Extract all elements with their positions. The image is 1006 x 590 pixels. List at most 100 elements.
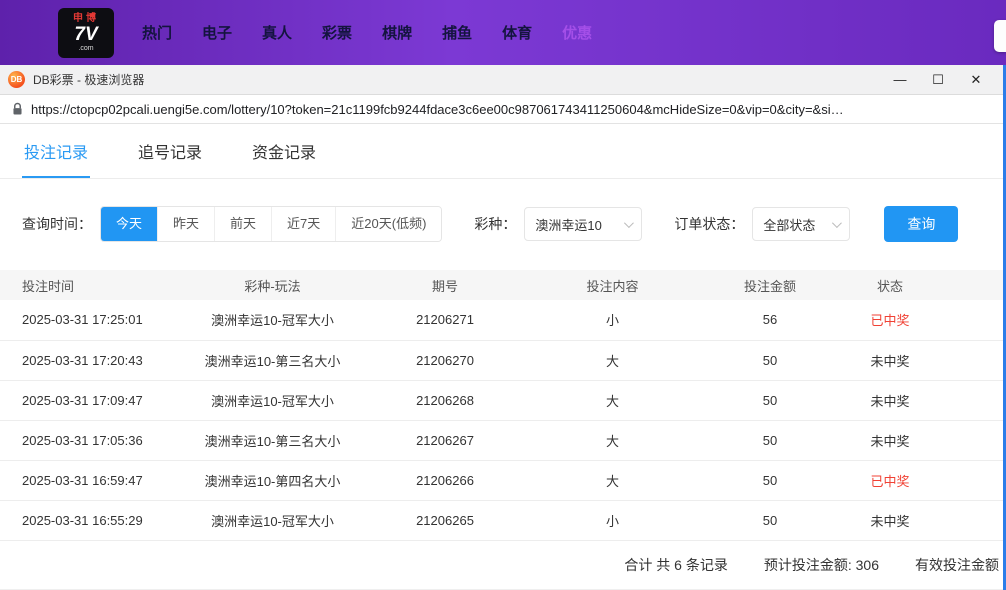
cell-game-play: 澳洲幸运10-冠军大小: [165, 500, 380, 541]
logo-line1: 申博: [73, 12, 99, 24]
cell-issue: 21206266: [380, 460, 510, 501]
header-filler: [955, 270, 1003, 300]
cell-bet-time: 2025-03-31 17:09:47: [0, 380, 165, 421]
site-topbar: 申博 7V .com 热门 电子 真人 彩票 棋牌 捕鱼 体育 优惠: [0, 0, 1006, 65]
cell-filler: [955, 300, 1003, 341]
cell-filler: [955, 460, 1003, 501]
time-filter-group: 今天 昨天 前天 近7天 近20天(低频): [100, 206, 443, 242]
status-filter-label: 订单状态：: [674, 216, 745, 232]
cell-amount: 50: [715, 500, 825, 541]
table-row: 2025-03-31 17:09:47 澳洲幸运10-冠军大小 21206268…: [0, 380, 1003, 421]
cell-game-play: 澳洲幸运10-冠军大小: [165, 380, 380, 421]
summary-bar: 合计 共 6 条记录 预计投注金额: 306 有效投注金额: [0, 541, 1003, 590]
nav-item-live[interactable]: 真人: [262, 22, 292, 43]
close-icon[interactable]: ✕: [957, 66, 995, 94]
browser-titlebar: DB DB彩票 - 极速浏览器 — ☐ ✕: [0, 65, 1003, 95]
tab-chase-records[interactable]: 追号记录: [136, 124, 204, 178]
cell-bet-time: 2025-03-31 16:59:47: [0, 460, 165, 501]
window-controls: — ☐ ✕: [881, 66, 995, 94]
logo-line3: .com: [78, 44, 94, 52]
browser-favicon-icon: DB: [8, 71, 25, 88]
lottery-filter-label: 彩种：: [474, 216, 517, 232]
order-status-value: 全部状态: [763, 217, 816, 233]
time-filter-label: 查询时间：: [22, 216, 92, 232]
cell-amount: 50: [715, 460, 825, 501]
nav-item-sports[interactable]: 体育: [502, 22, 532, 43]
filter-bar: 查询时间： 今天 昨天 前天 近7天 近20天(低频) 彩种： 澳洲幸运10 订…: [22, 206, 1003, 242]
cell-filler: [955, 500, 1003, 541]
bet-table-body: 2025-03-31 17:25:01 澳洲幸运10-冠军大小 21206271…: [0, 300, 1003, 541]
header-issue: 期号: [380, 270, 510, 300]
nav-item-fishing[interactable]: 捕鱼: [442, 22, 472, 43]
header-game-play: 彩种-玩法: [165, 270, 380, 300]
url-text: https://ctopcp02pcali.uengi5e.com/lotter…: [31, 101, 844, 117]
cell-bet-time: 2025-03-31 16:55:29: [0, 500, 165, 541]
lottery-select[interactable]: 澳洲幸运10: [524, 207, 643, 241]
cell-bet-time: 2025-03-31 17:05:36: [0, 420, 165, 461]
cell-content: 大: [510, 460, 715, 501]
cell-filler: [955, 340, 1003, 381]
table-row: 2025-03-31 17:25:01 澳洲幸运10-冠军大小 21206271…: [0, 300, 1003, 341]
cell-game-play: 澳洲幸运10-冠军大小: [165, 300, 380, 341]
cell-issue: 21206268: [380, 380, 510, 421]
time-option-today[interactable]: 今天: [101, 207, 159, 241]
lottery-select-value: 澳洲幸运10: [535, 217, 602, 233]
cell-bet-time: 2025-03-31 17:20:43: [0, 340, 165, 381]
nav-item-lottery[interactable]: 彩票: [322, 22, 352, 43]
time-option-yesterday[interactable]: 昨天: [158, 207, 216, 241]
cell-amount: 50: [715, 340, 825, 381]
table-row: 2025-03-31 17:05:36 澳洲幸运10-第三名大小 2120626…: [0, 420, 1003, 461]
cell-amount: 50: [715, 420, 825, 461]
cell-issue: 21206265: [380, 500, 510, 541]
header-status: 状态: [825, 270, 955, 300]
cell-content: 小: [510, 500, 715, 541]
nav-item-promo[interactable]: 优惠: [562, 22, 592, 43]
tab-bet-records[interactable]: 投注记录: [22, 124, 91, 178]
tab-fund-records[interactable]: 资金记录: [250, 124, 318, 178]
header-bet-time: 投注时间: [0, 270, 165, 300]
side-floating-widget[interactable]: [994, 20, 1006, 52]
chevron-down-icon: [832, 217, 843, 228]
chevron-down-icon: [624, 217, 635, 228]
cell-issue: 21206267: [380, 420, 510, 461]
cell-filler: [955, 420, 1003, 461]
time-option-daybefore[interactable]: 前天: [215, 207, 273, 241]
maximize-icon[interactable]: ☐: [919, 66, 957, 94]
cell-issue: 21206271: [380, 300, 510, 341]
order-status-select[interactable]: 全部状态: [752, 207, 851, 241]
cell-content: 大: [510, 340, 715, 381]
cell-status: 未中奖: [825, 340, 955, 381]
record-tabs: 投注记录 追号记录 资金记录: [0, 124, 1003, 179]
time-option-7days[interactable]: 近7天: [272, 207, 337, 241]
table-row: 2025-03-31 17:20:43 澳洲幸运10-第三名大小 2120627…: [0, 340, 1003, 381]
nav-item-hot[interactable]: 热门: [142, 22, 172, 43]
cell-status: 未中奖: [825, 420, 955, 461]
site-logo[interactable]: 申博 7V .com: [58, 7, 114, 58]
query-button[interactable]: 查询: [884, 206, 959, 242]
cell-status: 已中奖: [825, 460, 955, 501]
nav-item-slots[interactable]: 电子: [202, 22, 232, 43]
site-nav: 热门 电子 真人 彩票 棋牌 捕鱼 体育 优惠: [142, 22, 592, 43]
cell-status: 未中奖: [825, 500, 955, 541]
address-bar[interactable]: https://ctopcp02pcali.uengi5e.com/lotter…: [0, 95, 1003, 124]
logo-line2: 7V: [74, 23, 98, 45]
summary-total: 合计 共 6 条记录: [624, 556, 728, 573]
cell-status: 未中奖: [825, 380, 955, 421]
cell-status: 已中奖: [825, 300, 955, 341]
browser-window: DB DB彩票 - 极速浏览器 — ☐ ✕ https://ctopcp02pc…: [0, 65, 1006, 590]
cell-content: 大: [510, 420, 715, 461]
table-row: 2025-03-31 16:55:29 澳洲幸运10-冠军大小 21206265…: [0, 500, 1003, 541]
cell-game-play: 澳洲幸运10-第三名大小: [165, 420, 380, 461]
cell-filler: [955, 380, 1003, 421]
cell-content: 大: [510, 380, 715, 421]
cell-game-play: 澳洲幸运10-第三名大小: [165, 340, 380, 381]
summary-expected: 预计投注金额: 306: [763, 556, 879, 573]
time-option-20days[interactable]: 近20天(低频): [336, 207, 442, 241]
nav-item-cards[interactable]: 棋牌: [382, 22, 412, 43]
cell-game-play: 澳洲幸运10-第四名大小: [165, 460, 380, 501]
cell-bet-time: 2025-03-31 17:25:01: [0, 300, 165, 341]
cell-content: 小: [510, 300, 715, 341]
header-amount: 投注金额: [715, 270, 825, 300]
minimize-icon[interactable]: —: [881, 66, 919, 94]
table-header-row: 投注时间 彩种-玩法 期号 投注内容 投注金额 状态: [0, 270, 1003, 300]
